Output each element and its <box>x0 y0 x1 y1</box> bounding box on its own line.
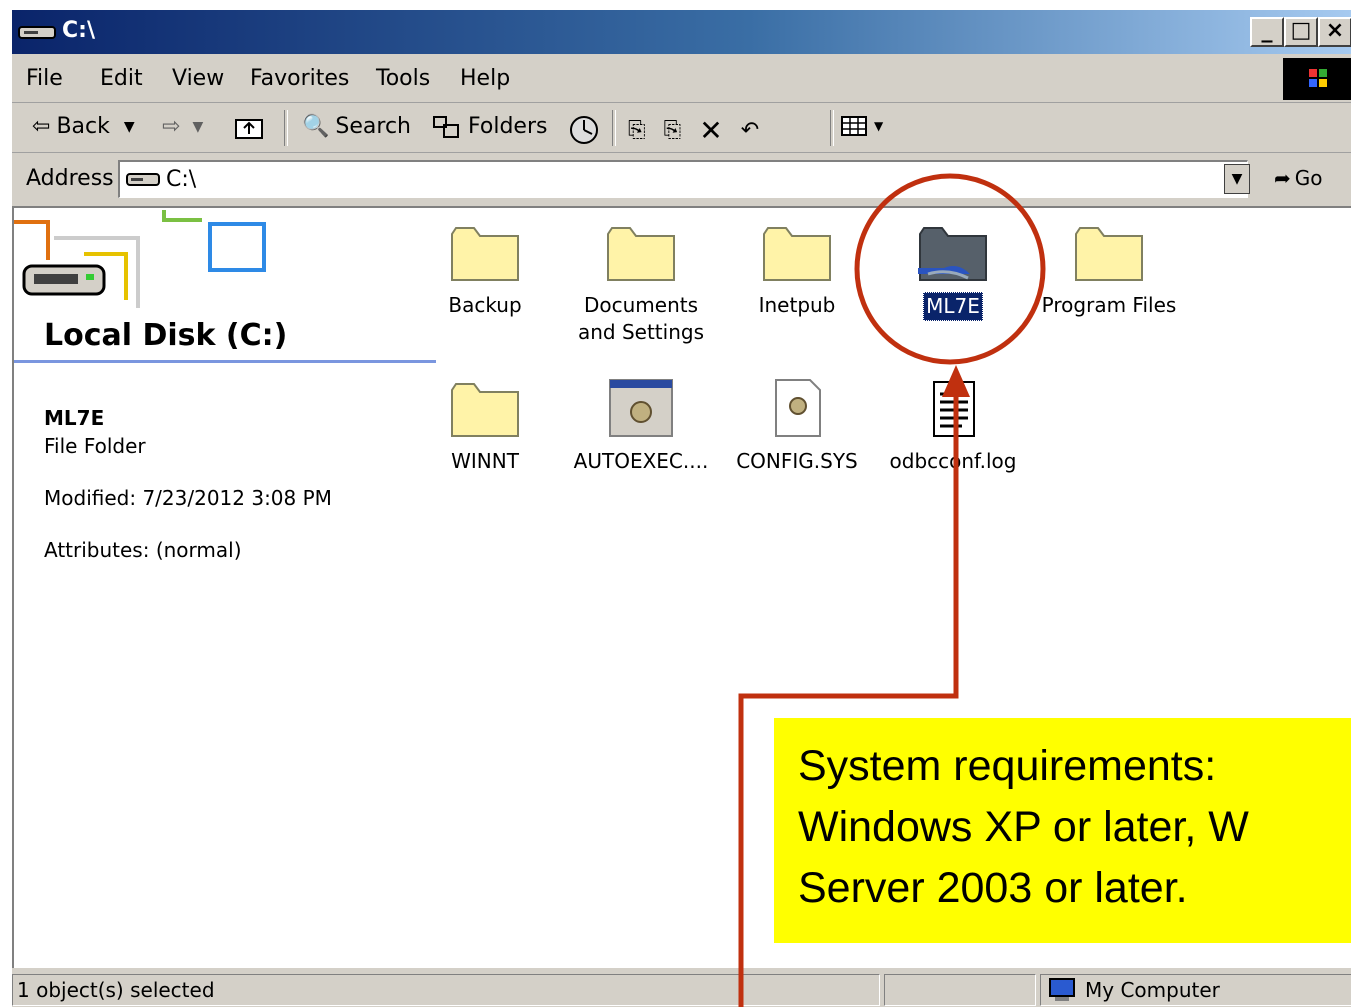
up-folder-icon <box>235 119 263 139</box>
selected-item-name: ML7E <box>44 406 105 430</box>
folder-icon <box>451 383 519 437</box>
edit-tools: ⎘ ⎘ ✕ ↶ <box>628 114 759 147</box>
address-label: Address <box>26 166 114 191</box>
selected-item-attributes: Attributes: (normal) <box>44 538 242 562</box>
system-requirements-callout: System requirements: Windows XP or later… <box>774 718 1351 943</box>
history-icon <box>570 116 598 144</box>
callout-line: System requirements: <box>798 742 1217 790</box>
file-item[interactable]: CONFIG.SYS <box>722 378 872 475</box>
delete-icon[interactable]: ✕ <box>699 114 722 147</box>
folder-item[interactable]: WINNT <box>410 378 560 475</box>
webview-banner <box>14 210 266 308</box>
folder-item[interactable]: Backup <box>410 222 560 319</box>
menu-help[interactable]: Help <box>460 66 510 91</box>
toolbar-separator <box>612 110 616 146</box>
title-rule <box>14 360 436 363</box>
folder-icon <box>451 227 519 281</box>
config-file-icon <box>775 379 821 437</box>
views-button[interactable]: ▼ <box>840 114 883 138</box>
address-value: C:\ <box>166 167 197 192</box>
window-title: C:\ <box>62 18 95 43</box>
undo-icon[interactable]: ↶ <box>741 118 759 143</box>
folder-icon <box>607 227 675 281</box>
address-bar: Address C:\ ▼ ➦ Go <box>12 154 1351 204</box>
back-arrow-icon: ⇦ <box>32 114 51 139</box>
forward-button[interactable]: ⇨ ▼ <box>162 114 203 139</box>
folder-label: Backup <box>448 293 522 317</box>
status-zone: My Computer <box>1040 974 1351 1006</box>
drive-title: Local Disk (C:) <box>44 318 288 353</box>
copy-to-icon[interactable]: ⎘ <box>664 118 682 143</box>
file-item[interactable]: odbcconf.log <box>878 378 1028 475</box>
selected-item-type: File Folder <box>44 434 146 458</box>
address-input[interactable]: C:\ <box>118 160 1248 198</box>
folder-icon <box>763 227 831 281</box>
menu-file[interactable]: File <box>26 66 63 91</box>
log-file-icon <box>933 381 975 437</box>
close-button[interactable]: × <box>1318 17 1351 47</box>
chevron-down-icon: ▼ <box>1231 171 1243 187</box>
status-panel-empty <box>884 974 1036 1006</box>
shared-folder-icon <box>918 227 987 281</box>
folder-item[interactable]: Inetpub <box>722 222 872 319</box>
back-button[interactable]: ⇦ Back ▼ <box>32 114 135 139</box>
file-item[interactable]: AUTOEXEC.... <box>566 378 716 475</box>
go-arrow-icon: ➦ <box>1274 166 1291 190</box>
go-button[interactable]: ➦ Go <box>1274 166 1323 190</box>
status-selection: 1 object(s) selected <box>12 974 880 1006</box>
title-bar[interactable]: C:\ _ □ × <box>12 10 1351 54</box>
minimize-button[interactable]: _ <box>1250 17 1284 47</box>
chevron-down-icon[interactable]: ▼ <box>124 119 135 135</box>
folder-item-ml7e[interactable]: ML7E <box>878 222 1028 321</box>
menu-edit[interactable]: Edit <box>100 66 143 91</box>
folders-icon <box>433 115 459 138</box>
up-folder-button[interactable] <box>234 114 264 140</box>
toolbar-separator <box>830 110 834 146</box>
move-to-icon[interactable]: ⎘ <box>628 118 646 143</box>
search-icon: 🔍 <box>302 114 330 139</box>
history-button[interactable] <box>568 114 600 146</box>
callout-line: Server 2003 or later. <box>798 864 1188 912</box>
maximize-button[interactable]: □ <box>1284 17 1318 47</box>
menu-view[interactable]: View <box>172 66 224 91</box>
file-label: AUTOEXEC.... <box>573 449 709 473</box>
views-icon <box>841 116 867 136</box>
windows-logo <box>1283 58 1351 100</box>
selected-item-modified: Modified: 7/23/2012 3:08 PM <box>44 486 332 510</box>
chevron-down-icon[interactable]: ▼ <box>192 119 203 135</box>
folder-label: Program Files <box>1041 293 1177 317</box>
system-file-icon <box>609 379 673 437</box>
callout-line: Windows XP or later, W <box>798 803 1249 851</box>
menu-bar: File Edit View Favorites Tools Help <box>12 56 1351 103</box>
chevron-down-icon: ▼ <box>874 119 884 133</box>
file-label: odbcconf.log <box>889 449 1017 473</box>
drive-icon <box>126 173 160 186</box>
forward-arrow-icon: ⇨ <box>162 114 181 139</box>
folder-label: Inetpub <box>758 293 836 317</box>
standard-toolbar: ⇦ Back ▼ ⇨ ▼ 🔍 Search Folders ⎘ ⎘ ✕ ↶ ▼ <box>12 104 1351 153</box>
drive-icon <box>18 26 56 39</box>
address-dropdown-button[interactable]: ▼ <box>1224 164 1250 194</box>
menu-tools[interactable]: Tools <box>376 66 430 91</box>
folder-label: WINNT <box>451 449 519 473</box>
folders-button[interactable]: Folders <box>432 114 547 139</box>
folder-item[interactable]: Documents and Settings <box>566 222 716 346</box>
menu-favorites[interactable]: Favorites <box>250 66 349 91</box>
my-computer-icon <box>1049 978 1075 1001</box>
folder-item[interactable]: Program Files <box>1034 222 1184 319</box>
folder-label: Documents and Settings <box>577 293 704 344</box>
search-button[interactable]: 🔍 Search <box>302 114 411 139</box>
status-bar: 1 object(s) selected My Computer <box>12 970 1351 1007</box>
folder-label: ML7E <box>923 292 983 321</box>
toolbar-separator <box>284 110 288 146</box>
folder-icon <box>1075 227 1143 281</box>
file-label: CONFIG.SYS <box>736 449 858 473</box>
